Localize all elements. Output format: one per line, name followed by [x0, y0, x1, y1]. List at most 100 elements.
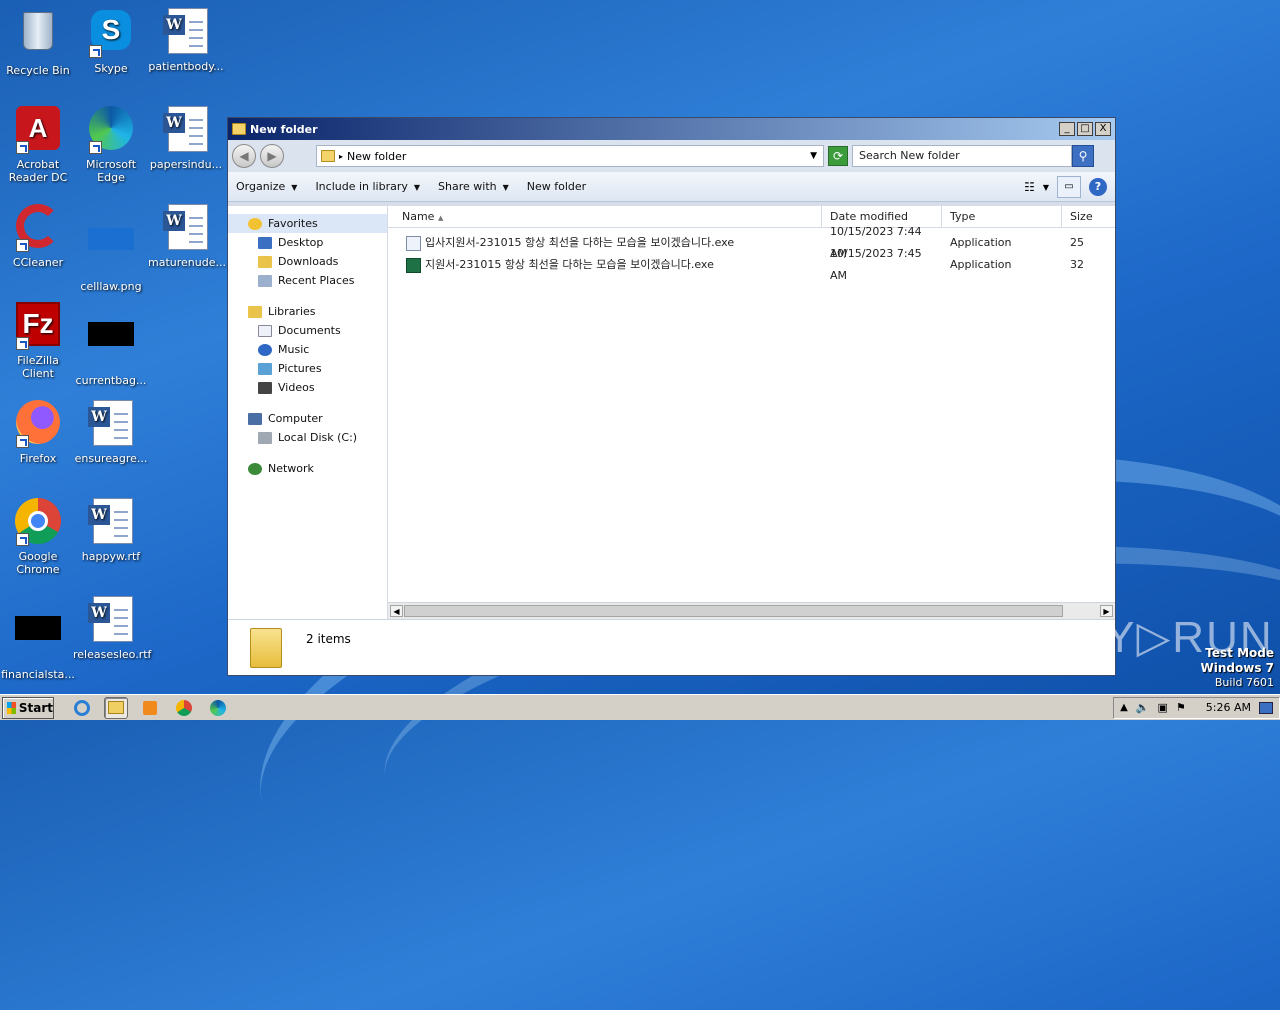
disk-icon	[258, 431, 272, 444]
media-player-icon[interactable]	[138, 697, 162, 719]
file-explorer-icon[interactable]	[104, 696, 128, 719]
nav-label: Favorites	[268, 217, 318, 230]
desktop-icon-label: FileZilla Client	[17, 354, 59, 380]
column-size[interactable]: Size	[1062, 206, 1115, 227]
back-arrow-icon[interactable]: ◀	[232, 144, 256, 168]
nav-computer[interactable]: Computer	[228, 409, 387, 428]
nav-music[interactable]: Music	[228, 340, 387, 359]
desktop-icon-maturenude[interactable]: W maturenude...	[148, 204, 226, 269]
file-list: Name ▲ Date modified Type Size 입사지원서-231…	[388, 206, 1115, 619]
column-header-row: Name ▲ Date modified Type Size	[388, 206, 1115, 228]
documents-icon	[258, 324, 272, 337]
address-bar[interactable]: ▸ New folder ▼	[316, 145, 824, 167]
column-label: Name	[402, 210, 435, 223]
include-in-library-menu[interactable]: Include in library ▼	[315, 180, 420, 193]
edge-icon[interactable]	[206, 697, 230, 719]
desktop-icon-label: Firefox	[19, 452, 57, 465]
start-button[interactable]: Start	[2, 696, 54, 719]
desktop-icon-happyw[interactable]: W happyw.rtf	[73, 498, 149, 563]
scroll-left-icon[interactable]: ◀	[390, 605, 403, 617]
file-type: Application	[950, 258, 1012, 271]
desktop-icon-acrobat[interactable]: A Acrobat Reader DC	[0, 106, 76, 184]
include-in-library-label: Include in library	[315, 180, 408, 193]
scroll-thumb[interactable]	[404, 605, 1063, 617]
desktop-icon-financialsta[interactable]: financialsta...	[0, 596, 76, 681]
desktop-icon-label: Acrobat Reader DC	[8, 158, 68, 184]
desktop-icon-chrome[interactable]: Google Chrome	[0, 498, 76, 576]
speaker-icon[interactable]: 🔈	[1136, 701, 1150, 714]
view-options-icon[interactable]: ☷	[1024, 180, 1035, 194]
ccleaner-icon	[14, 204, 62, 252]
show-desktop-icon[interactable]	[1259, 701, 1273, 714]
forward-arrow-icon[interactable]: ▶	[260, 144, 284, 168]
desktop-icon-skype[interactable]: S Skype	[73, 8, 149, 75]
desktop-icon-label: Recycle Bin	[6, 64, 70, 77]
watermark-line: Windows 7	[1200, 661, 1274, 675]
file-row[interactable]: 입사지원서-231015 항상 최선을 다하는 모습을 보이겠습니다.exe 1…	[388, 225, 1115, 260]
nav-recent-places[interactable]: Recent Places	[228, 271, 387, 290]
edge-icon	[87, 106, 135, 154]
show-hidden-icons-icon[interactable]: ▲	[1120, 702, 1128, 713]
nav-libraries[interactable]: Libraries	[228, 302, 387, 321]
nav-documents[interactable]: Documents	[228, 321, 387, 340]
network-icon	[248, 462, 262, 475]
search-icon[interactable]: ⚲	[1072, 145, 1094, 167]
chevron-down-icon[interactable]: ▼	[810, 151, 817, 161]
organize-menu[interactable]: Organize ▼	[236, 180, 297, 193]
horizontal-scrollbar[interactable]: ◀ ▶	[388, 602, 1115, 619]
desktop-icon-firefox[interactable]: Firefox	[0, 400, 76, 465]
maximize-button[interactable]: □	[1077, 122, 1093, 136]
desktop-icon-celllaw[interactable]: celllaw.png	[73, 204, 149, 293]
desktop-icon-ensureagre[interactable]: W ensureagre...	[73, 400, 149, 465]
column-type[interactable]: Type	[942, 206, 1062, 227]
refresh-icon[interactable]: ⟳	[828, 146, 848, 166]
nav-desktop[interactable]: Desktop	[228, 233, 387, 252]
help-icon[interactable]: ?	[1089, 178, 1107, 196]
column-name[interactable]: Name ▲	[388, 206, 822, 227]
command-bar: Organize ▼ Include in library ▼ Share with…	[228, 172, 1115, 202]
file-row[interactable]: 지원서-231015 항상 최선을 다하는 모습을 보이겠습니다.exe 10/…	[388, 247, 1115, 282]
desktop-icon-label: papersindu...	[149, 158, 223, 171]
desktop-icon-currentbag[interactable]: currentbag...	[73, 302, 149, 387]
desktop-icon-edge[interactable]: Microsoft Edge	[73, 106, 149, 184]
filezilla-icon: Fz	[14, 302, 62, 350]
chevron-down-icon[interactable]: ▼	[1043, 183, 1049, 192]
title-bar[interactable]: New folder _ □ X	[228, 118, 1115, 140]
share-with-menu[interactable]: Share with ▼	[438, 180, 509, 193]
desktop-icon-filezilla[interactable]: Fz FileZilla Client	[0, 302, 76, 380]
minimize-button[interactable]: _	[1059, 122, 1075, 136]
file-size: 25	[1070, 236, 1084, 249]
flag-icon[interactable]: ⚑	[1176, 701, 1186, 714]
desktop-icon-label: maturenude...	[148, 256, 226, 269]
desktop-icon-label: Google Chrome	[16, 550, 60, 576]
nav-pictures[interactable]: Pictures	[228, 359, 387, 378]
internet-explorer-icon[interactable]	[70, 697, 94, 719]
chrome-icon[interactable]	[172, 697, 196, 719]
network-icon[interactable]: ▣	[1158, 701, 1168, 714]
desktop-icon-patientbody[interactable]: W patientbody...	[148, 8, 224, 73]
desktop-icon-ccleaner[interactable]: CCleaner	[0, 204, 76, 269]
chevron-right-icon[interactable]: ▸	[339, 152, 343, 161]
nav-local-disk[interactable]: Local Disk (C:)	[228, 428, 387, 447]
clock[interactable]: 5:26 AM	[1206, 701, 1251, 714]
watermark-line: Test Mode	[1205, 646, 1274, 660]
search-input[interactable]: Search New folder	[852, 145, 1072, 167]
share-with-label: Share with	[438, 180, 497, 193]
new-folder-button[interactable]: New folder	[527, 180, 586, 193]
close-button[interactable]: X	[1095, 122, 1111, 136]
desktop-icon-releasesleo[interactable]: W releasesleo.rtf	[73, 596, 151, 661]
folder-icon	[232, 123, 246, 135]
test-mode-watermark: Test Mode Windows 7 Build 7601	[1201, 646, 1274, 690]
desktop-icon-recycle-bin[interactable]: Recycle Bin	[0, 8, 76, 77]
preview-pane-icon[interactable]: ▭	[1057, 176, 1081, 198]
nav-videos[interactable]: Videos	[228, 378, 387, 397]
breadcrumb[interactable]: New folder	[347, 150, 406, 163]
watermark-line: Build 7601	[1214, 676, 1274, 689]
nav-network[interactable]: Network	[228, 459, 387, 478]
item-count: 2 items	[306, 632, 351, 646]
nav-downloads[interactable]: Downloads	[228, 252, 387, 271]
nav-favorites[interactable]: Favorites	[228, 214, 387, 233]
word-document-icon: W	[87, 400, 135, 448]
desktop-icon-papersindu[interactable]: W papersindu...	[148, 106, 224, 171]
nav-label: Documents	[278, 324, 341, 337]
